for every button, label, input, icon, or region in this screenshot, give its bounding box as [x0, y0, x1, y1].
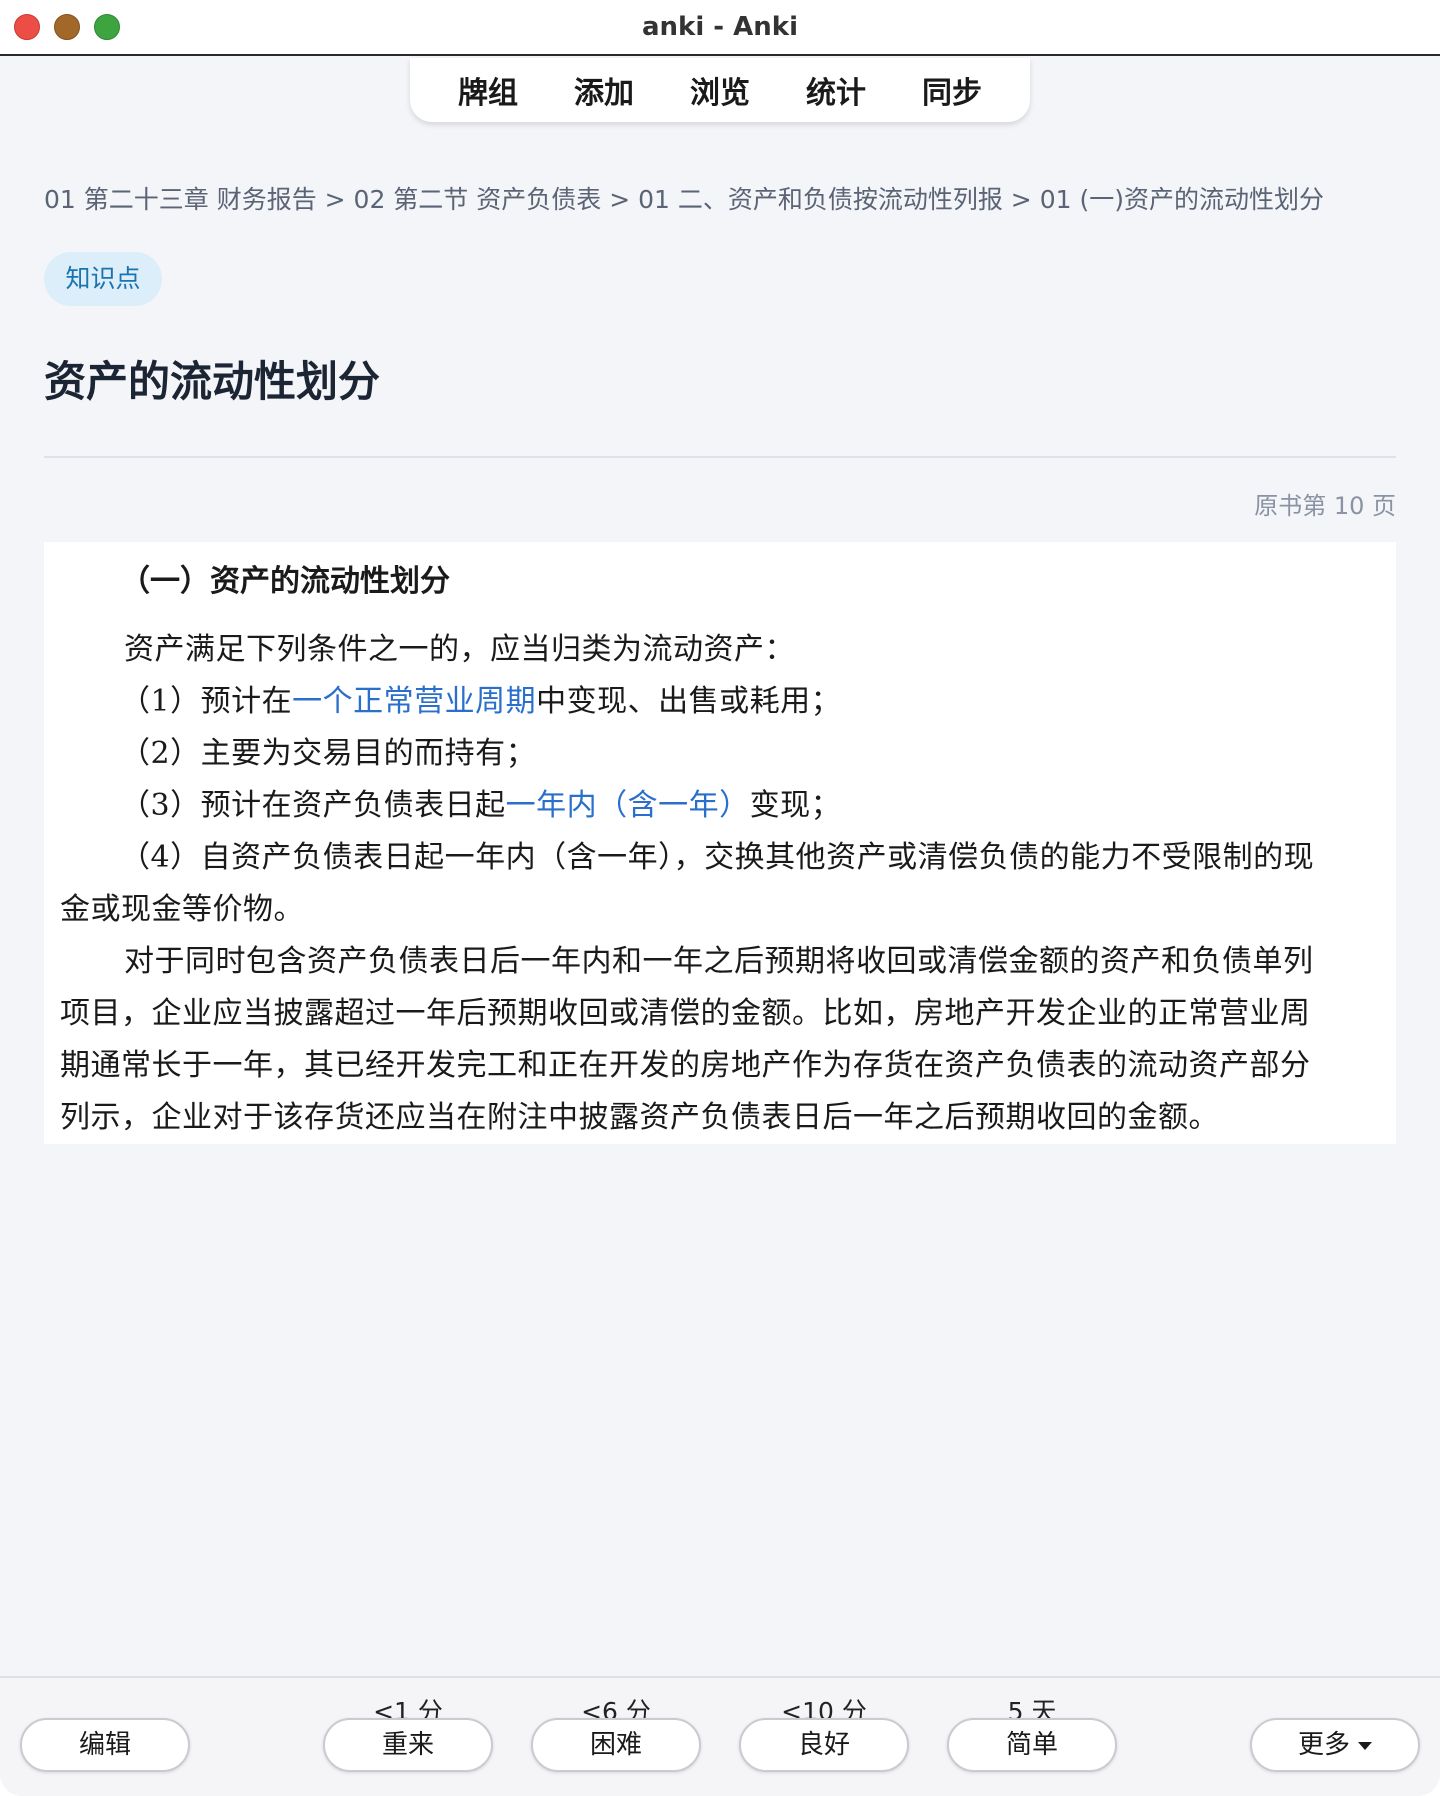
passage-item-4-line-2: 金或现金等价物。 — [60, 892, 304, 927]
card-tag: 知识点 — [44, 252, 162, 306]
toolbar-browse-button[interactable]: 浏览 — [680, 62, 760, 118]
passage-title: （一）资产的流动性划分 — [120, 564, 450, 599]
toolbar-stats-button[interactable]: 统计 — [796, 62, 876, 118]
edit-button[interactable]: 编辑 — [20, 1718, 190, 1772]
answer-bar: 编辑 <1 分 重来 <6 分 困难 <10 分 良好 5 天 简单 更多 — [0, 1676, 1440, 1796]
passage-para-line-3: 期通常长于一年，其已经开发完工和正在开发的房地产作为存货在资产负债表的流动资产部… — [60, 1048, 1311, 1083]
toolbar-decks-button[interactable]: 牌组 — [448, 62, 528, 118]
item-1-text-a: （1）预计在 — [120, 684, 293, 719]
passage-item-3: （3）预计在资产负债表日起一年内（含一年）变现； — [60, 780, 1380, 832]
item-3-text-a: （3）预计在资产负债表日起 — [120, 788, 506, 823]
item-1-highlight: 一个正常营业周期 — [292, 684, 537, 719]
deck-breadcrumb: 01 第二十三章 财务报告 > 02 第二节 资产负债表 > 01 二、资产和负… — [44, 185, 1324, 214]
anki-window: anki - Anki 牌组 添加 浏览 统计 同步 01 第二十三章 财务报告… — [0, 0, 1440, 1796]
passage-item-1: （1）预计在一个正常营业周期中变现、出售或耗用； — [60, 676, 1380, 728]
main-toolbar: 牌组 添加 浏览 统计 同步 — [410, 58, 1030, 122]
again-button[interactable]: 重来 — [323, 1718, 493, 1772]
passage-para-line-4: 列示，企业对于该存货还应当在附注中披露资产负债表日后一年之后预期收回的金额。 — [60, 1100, 1219, 1135]
item-3-text-b: 变现； — [749, 788, 842, 823]
toolbar-sync-button[interactable]: 同步 — [912, 62, 992, 118]
item-3-highlight: 一年内（含一年） — [505, 788, 750, 823]
passage-image: （一）资产的流动性划分 资产满足下列条件之一的，应当归类为流动资产： （1）预计… — [44, 542, 1396, 1144]
divider — [44, 456, 1396, 458]
passage-para-line-1: 对于同时包含资产负债表日后一年内和一年之后预期将收回或清偿金额的资产和负债单列 — [124, 944, 1314, 979]
more-button-label: 更多 — [1297, 1730, 1350, 1760]
window-title: anki - Anki — [642, 12, 798, 42]
card-heading: 资产的流动性划分 — [44, 357, 381, 406]
page-reference: 原书第 10 页 — [1254, 492, 1396, 520]
easy-button[interactable]: 简单 — [947, 1718, 1117, 1772]
chevron-down-icon — [1358, 1741, 1372, 1750]
passage-intro: 资产满足下列条件之一的，应当归类为流动资产： — [124, 632, 795, 667]
more-button[interactable]: 更多 — [1250, 1718, 1420, 1772]
passage-para-line-2: 项目，企业应当披露超过一年后预期收回或清偿的金额。比如，房地产开发企业的正常营业… — [60, 996, 1311, 1031]
passage-item-2: （2）主要为交易目的而持有； — [120, 736, 537, 771]
toolbar-add-button[interactable]: 添加 — [564, 62, 644, 118]
passage-item-4-line-1: （4）自资产负债表日起一年内（含一年），交换其他资产或清偿负债的能力不受限制的现 — [120, 840, 1315, 875]
hard-button[interactable]: 困难 — [531, 1718, 701, 1772]
good-button[interactable]: 良好 — [739, 1718, 909, 1772]
title-bar: anki - Anki — [0, 0, 1440, 56]
item-1-text-b: 中变现、出售或耗用； — [536, 684, 842, 719]
